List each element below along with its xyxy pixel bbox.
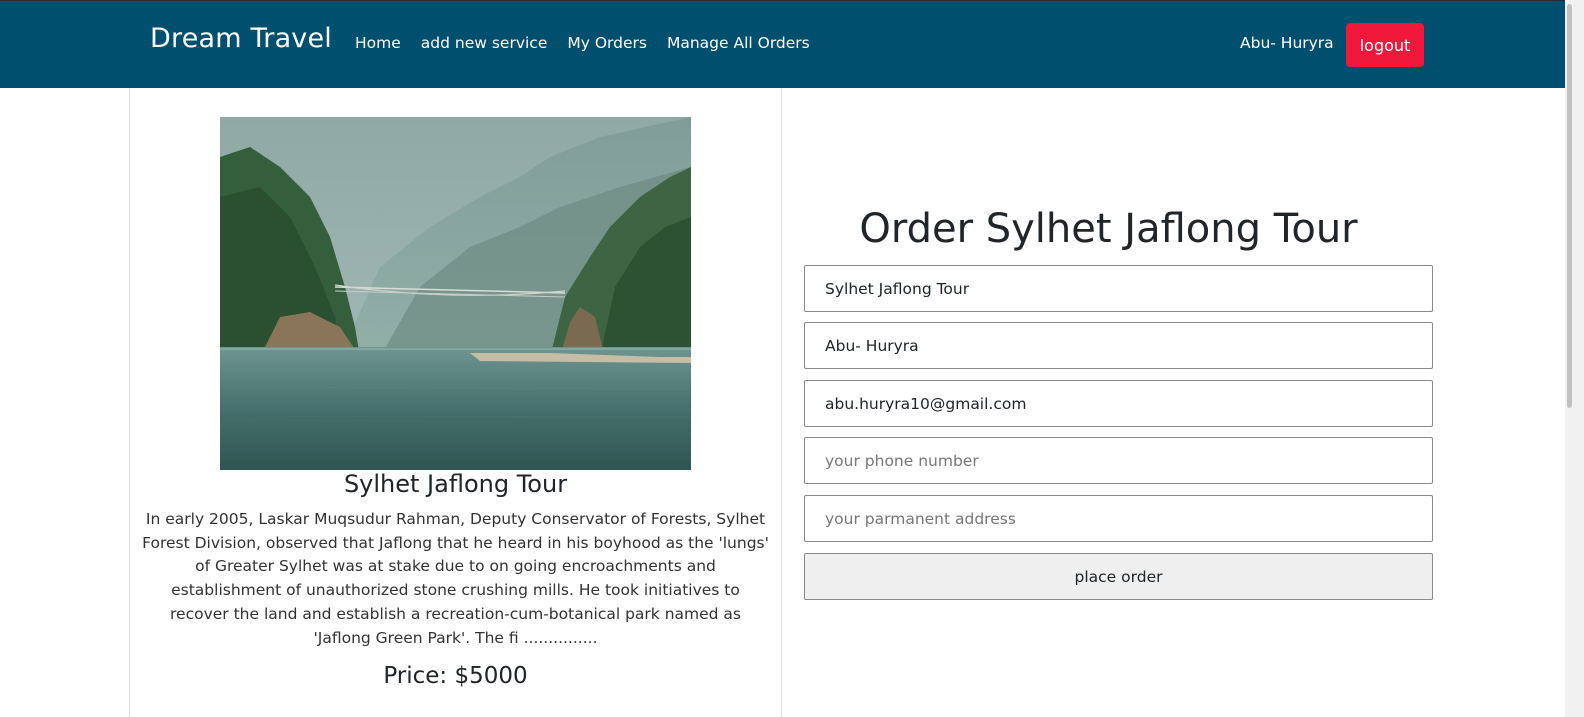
- top-navbar: Dream Travel Home add new service My Ord…: [0, 0, 1565, 88]
- user-name: Abu- Huryra: [1240, 34, 1334, 52]
- place-order-button[interactable]: place order: [804, 553, 1433, 600]
- service-name-field[interactable]: [804, 265, 1433, 312]
- nav-link-home[interactable]: Home: [355, 34, 401, 52]
- logout-button[interactable]: logout: [1346, 23, 1424, 67]
- service-details-panel: Sylhet Jaflong Tour In early 2005, Laska…: [129, 88, 782, 717]
- brand-logo[interactable]: Dream Travel: [150, 23, 332, 54]
- phone-field[interactable]: [804, 437, 1433, 484]
- nav-links: Home add new service My Orders Manage Al…: [355, 34, 810, 52]
- nav-link-my-orders[interactable]: My Orders: [567, 34, 647, 52]
- river-valley-bridge-photo-icon: [220, 117, 691, 470]
- service-price: Price: $5000: [383, 663, 528, 689]
- service-description: In early 2005, Laskar Muqsudur Rahman, D…: [142, 510, 769, 647]
- email-field[interactable]: [804, 380, 1433, 427]
- nav-link-manage-all-orders[interactable]: Manage All Orders: [667, 34, 810, 52]
- service-title: Sylhet Jaflong Tour: [343, 470, 568, 498]
- order-heading: Order Sylhet Jaflong Tour: [859, 206, 1358, 252]
- nav-link-add-new-service[interactable]: add new service: [421, 34, 548, 52]
- address-field[interactable]: [804, 495, 1433, 542]
- user-name-field[interactable]: [804, 322, 1433, 369]
- scrollbar-thumb[interactable]: [1567, 4, 1572, 408]
